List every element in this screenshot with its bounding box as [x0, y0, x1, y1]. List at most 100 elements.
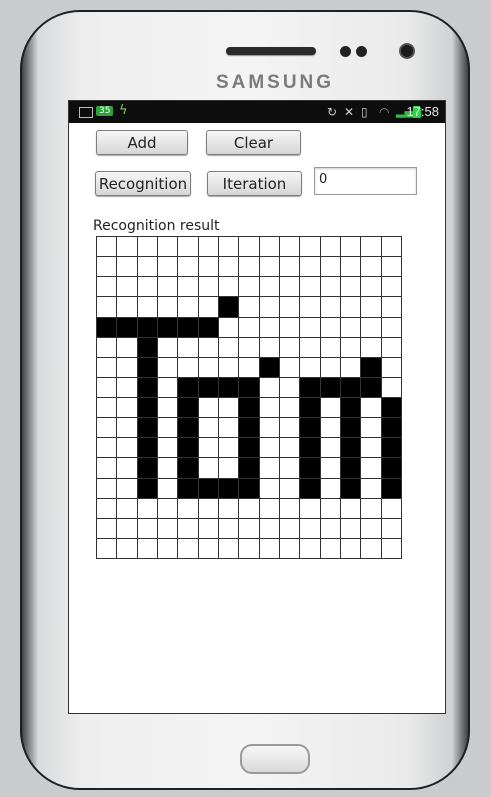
- grid-cell[interactable]: [198, 518, 219, 539]
- grid-cell[interactable]: [341, 297, 362, 318]
- grid-cell[interactable]: [198, 538, 219, 559]
- grid-cell[interactable]: [178, 418, 199, 439]
- grid-cell[interactable]: [259, 377, 280, 398]
- grid-cell[interactable]: [341, 438, 362, 459]
- grid-cell[interactable]: [381, 438, 402, 459]
- grid-cell[interactable]: [178, 297, 199, 318]
- grid-cell[interactable]: [320, 357, 341, 378]
- grid-cell[interactable]: [178, 458, 199, 479]
- grid-cell[interactable]: [280, 538, 301, 559]
- recognition-result-grid[interactable]: [96, 236, 402, 559]
- grid-cell[interactable]: [280, 377, 301, 398]
- grid-cell[interactable]: [259, 297, 280, 318]
- grid-cell[interactable]: [117, 478, 138, 499]
- grid-cell[interactable]: [361, 297, 382, 318]
- grid-cell[interactable]: [361, 538, 382, 559]
- grid-cell[interactable]: [381, 257, 402, 278]
- grid-cell[interactable]: [280, 237, 301, 258]
- grid-cell[interactable]: [97, 297, 118, 318]
- grid-cell[interactable]: [137, 277, 158, 298]
- grid-cell[interactable]: [320, 337, 341, 358]
- grid-cell[interactable]: [97, 438, 118, 459]
- grid-cell[interactable]: [341, 518, 362, 539]
- grid-cell[interactable]: [361, 337, 382, 358]
- grid-cell[interactable]: [300, 498, 321, 519]
- grid-cell[interactable]: [341, 538, 362, 559]
- grid-cell[interactable]: [361, 237, 382, 258]
- grid-cell[interactable]: [137, 518, 158, 539]
- grid-cell[interactable]: [219, 277, 240, 298]
- grid-cell[interactable]: [178, 478, 199, 499]
- grid-cell[interactable]: [97, 458, 118, 479]
- grid-cell[interactable]: [320, 257, 341, 278]
- grid-cell[interactable]: [361, 418, 382, 439]
- recognition-button[interactable]: Recognition: [95, 171, 191, 196]
- grid-cell[interactable]: [280, 498, 301, 519]
- grid-cell[interactable]: [158, 337, 179, 358]
- grid-cell[interactable]: [361, 317, 382, 338]
- grid-cell[interactable]: [158, 277, 179, 298]
- grid-cell[interactable]: [97, 478, 118, 499]
- grid-cell[interactable]: [219, 458, 240, 479]
- grid-cell[interactable]: [97, 317, 118, 338]
- grid-cell[interactable]: [300, 297, 321, 318]
- grid-cell[interactable]: [341, 458, 362, 479]
- grid-cell[interactable]: [280, 297, 301, 318]
- grid-cell[interactable]: [300, 257, 321, 278]
- grid-cell[interactable]: [341, 317, 362, 338]
- grid-cell[interactable]: [239, 357, 260, 378]
- grid-cell[interactable]: [341, 478, 362, 499]
- grid-cell[interactable]: [239, 277, 260, 298]
- grid-cell[interactable]: [198, 377, 219, 398]
- grid-cell[interactable]: [158, 257, 179, 278]
- grid-cell[interactable]: [259, 418, 280, 439]
- grid-cell[interactable]: [219, 498, 240, 519]
- grid-cell[interactable]: [381, 237, 402, 258]
- grid-cell[interactable]: [320, 518, 341, 539]
- grid-cell[interactable]: [137, 357, 158, 378]
- grid-cell[interactable]: [117, 398, 138, 419]
- grid-cell[interactable]: [137, 398, 158, 419]
- grid-cell[interactable]: [300, 337, 321, 358]
- grid-cell[interactable]: [137, 438, 158, 459]
- grid-cell[interactable]: [97, 538, 118, 559]
- grid-cell[interactable]: [219, 398, 240, 419]
- grid-cell[interactable]: [381, 458, 402, 479]
- grid-cell[interactable]: [97, 337, 118, 358]
- grid-cell[interactable]: [341, 418, 362, 439]
- grid-cell[interactable]: [198, 357, 219, 378]
- grid-cell[interactable]: [198, 478, 219, 499]
- home-button[interactable]: [240, 744, 310, 774]
- grid-cell[interactable]: [239, 297, 260, 318]
- grid-cell[interactable]: [137, 257, 158, 278]
- grid-cell[interactable]: [361, 357, 382, 378]
- grid-cell[interactable]: [320, 438, 341, 459]
- grid-cell[interactable]: [137, 418, 158, 439]
- iteration-count-field[interactable]: 0: [314, 167, 417, 195]
- grid-cell[interactable]: [137, 377, 158, 398]
- grid-cell[interactable]: [219, 418, 240, 439]
- grid-cell[interactable]: [178, 337, 199, 358]
- grid-cell[interactable]: [320, 237, 341, 258]
- grid-cell[interactable]: [158, 478, 179, 499]
- grid-cell[interactable]: [97, 277, 118, 298]
- grid-cell[interactable]: [280, 458, 301, 479]
- grid-cell[interactable]: [320, 398, 341, 419]
- grid-cell[interactable]: [361, 458, 382, 479]
- grid-cell[interactable]: [219, 377, 240, 398]
- grid-cell[interactable]: [320, 418, 341, 439]
- grid-cell[interactable]: [341, 498, 362, 519]
- grid-cell[interactable]: [300, 478, 321, 499]
- grid-cell[interactable]: [381, 418, 402, 439]
- grid-cell[interactable]: [158, 297, 179, 318]
- grid-cell[interactable]: [239, 337, 260, 358]
- grid-cell[interactable]: [137, 317, 158, 338]
- grid-cell[interactable]: [97, 398, 118, 419]
- grid-cell[interactable]: [341, 257, 362, 278]
- grid-cell[interactable]: [158, 398, 179, 419]
- grid-cell[interactable]: [239, 458, 260, 479]
- grid-cell[interactable]: [259, 337, 280, 358]
- grid-cell[interactable]: [341, 377, 362, 398]
- grid-cell[interactable]: [198, 498, 219, 519]
- grid-cell[interactable]: [158, 538, 179, 559]
